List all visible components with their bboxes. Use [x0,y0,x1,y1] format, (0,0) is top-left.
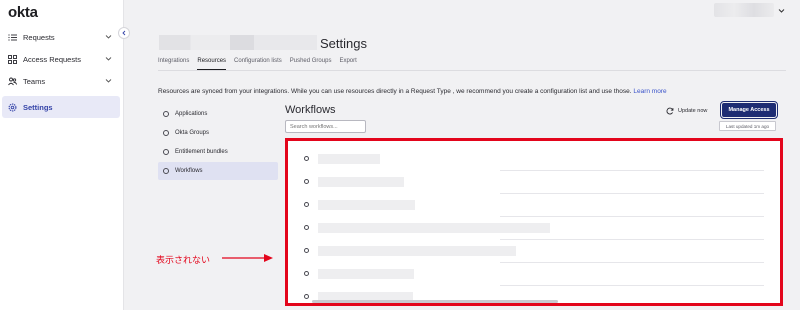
list-icon [8,33,17,42]
list-item[interactable] [300,149,764,171]
update-now-button[interactable]: Update now [666,106,707,116]
sidebar-item-label: Access Requests [23,54,81,64]
sidebar: okta Requests Access Requests Teams Sett… [0,0,124,310]
workflow-icon [304,202,309,207]
workflow-name-redacted [318,223,550,233]
list-item[interactable] [300,287,764,309]
search-workflows-input[interactable] [285,120,366,133]
tabs-divider [158,70,786,71]
tab-integrations[interactable]: Integrations [158,58,189,70]
refresh-icon [666,107,674,115]
resource-item-applications[interactable]: Applications [158,105,278,123]
row-divider [500,216,764,217]
tab-resources[interactable]: Resources [197,58,227,70]
sidebar-item-requests[interactable]: Requests [0,26,124,48]
tab-pushed-groups[interactable]: Pushed Groups [290,58,332,70]
workflow-icon [304,248,309,253]
resource-icon [163,168,169,174]
workflow-name-redacted [318,246,516,256]
workflow-icon [304,179,309,184]
workflow-name-redacted [318,177,404,187]
resource-icon [163,130,169,136]
page-title: Settings [320,36,367,51]
resource-label: Entitlement bundles [175,149,228,155]
resources-info-text: Resources are synced from your integrati… [158,88,667,95]
annotation-not-displayed: 表示されない [156,255,211,265]
sidebar-item-access-requests[interactable]: Access Requests [0,48,124,70]
grid-icon [8,54,17,64]
workflows-title: Workflows [285,104,336,116]
settings-tabs: Integrations Resources Configuration lis… [158,58,365,70]
chevron-down-icon [105,79,112,83]
update-now-label: Update now [678,108,708,114]
chevron-down-icon [105,57,112,61]
chevron-left-icon [122,30,126,36]
resource-label: Okta Groups [175,130,210,136]
user-menu-redacted[interactable] [714,3,774,17]
resource-icon [163,111,169,117]
workflow-name-redacted [318,269,414,279]
tab-export[interactable]: Export [339,58,356,70]
people-icon [8,77,17,86]
list-item[interactable] [300,241,764,263]
tab-configuration-lists[interactable]: Configuration lists [234,58,282,70]
workflow-name-redacted [318,200,415,210]
sidebar-item-teams[interactable]: Teams [0,70,124,92]
workflow-icon [304,294,309,299]
resource-item-okta-groups[interactable]: Okta Groups [158,124,278,142]
gear-icon [8,103,17,112]
manage-access-button[interactable]: Manage Access [720,101,778,119]
workflow-icon [304,156,309,161]
resource-item-workflows[interactable]: Workflows [158,162,278,180]
row-divider [500,239,764,240]
row-divider [500,262,764,263]
annotation-arrow-icon [222,254,273,262]
resource-label: Applications [175,111,208,117]
list-item[interactable] [300,264,764,286]
row-divider [500,285,764,286]
row-divider [500,170,764,171]
okta-logo[interactable]: okta [8,4,38,21]
workflow-icon [304,271,309,276]
chevron-down-icon[interactable] [778,7,785,14]
row-divider [500,193,764,194]
horizontal-scrollbar[interactable] [312,300,558,303]
list-item[interactable] [300,172,764,194]
list-item[interactable] [300,218,764,240]
sidebar-item-settings[interactable]: Settings [2,96,120,118]
resource-type-list: Applications Okta Groups Entitlement bun… [158,105,278,181]
collapse-sidebar-button[interactable] [118,27,130,39]
sidebar-item-label: Requests [23,32,55,42]
sidebar-item-label: Settings [23,102,53,112]
resource-icon [163,149,169,155]
list-item[interactable] [300,195,764,217]
sidebar-item-label: Teams [23,76,46,86]
org-name-redacted [159,35,317,50]
workflow-name-redacted [318,154,380,164]
last-updated-badge: Last updated 1m ago [719,121,776,131]
resource-label: Workflows [175,168,203,174]
workflows-list [285,138,783,306]
chevron-down-icon [105,35,112,39]
learn-more-link[interactable]: Learn more [633,88,666,95]
workflow-icon [304,225,309,230]
resource-item-entitlement-bundles[interactable]: Entitlement bundles [158,143,278,161]
sidebar-nav: Requests Access Requests Teams Settings [0,26,124,118]
info-text: Resources are synced from your integrati… [158,88,634,95]
